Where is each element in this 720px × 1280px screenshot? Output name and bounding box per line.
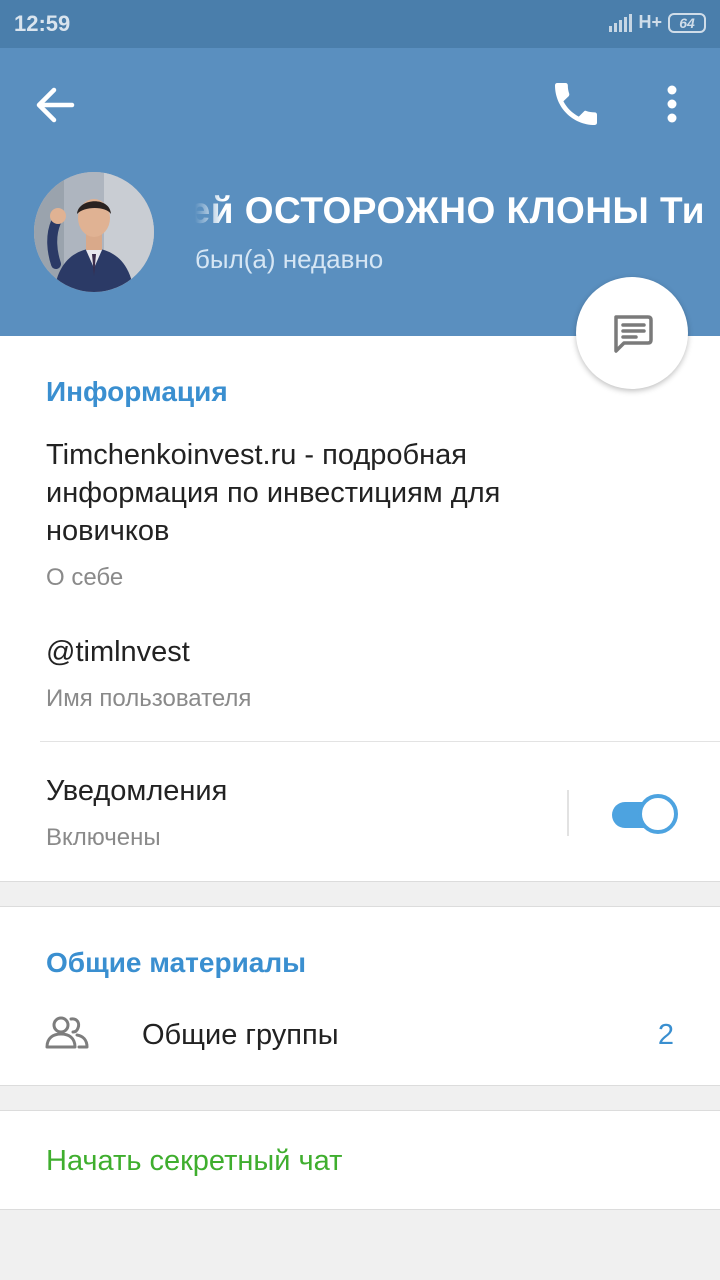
common-groups-label: Общие группы: [142, 1019, 339, 1051]
back-button[interactable]: [26, 80, 86, 130]
notifications-toggle[interactable]: [610, 794, 678, 834]
call-button[interactable]: [548, 76, 604, 132]
status-bar: 12:59 H+ 64: [0, 0, 720, 48]
profile-name: ей ОСТОРОЖНО КЛОНЫ Ти: [195, 190, 705, 231]
shared-media-card: Общие материалы Общие группы 2: [0, 906, 720, 1086]
username-label: Имя пользователя: [46, 685, 252, 712]
send-message-button[interactable]: [576, 277, 688, 389]
phone-icon: [555, 83, 597, 125]
profile-name-container: ей ОСТОРОЖНО КЛОНЫ Ти: [195, 190, 705, 238]
avatar-photo: [34, 172, 154, 292]
avatar[interactable]: [34, 172, 154, 292]
info-card: Информация Timchenkoinvest.ru - подробна…: [0, 336, 720, 882]
common-groups-count: 2: [657, 1019, 674, 1051]
common-groups-row[interactable]: Общие группы 2: [0, 999, 720, 1075]
notifications-title: Уведомления: [46, 775, 228, 807]
bio-line: новичков: [46, 515, 170, 547]
bio-text[interactable]: Timchenkoinvest.ru - подробная информаци…: [46, 436, 500, 550]
start-secret-chat-button[interactable]: Начать секретный чат: [0, 1110, 720, 1210]
signal-icon: [609, 13, 633, 32]
info-section-title: Информация: [46, 376, 228, 407]
vertical-divider: [567, 790, 569, 836]
bio-line: информация по инвестициям для: [46, 477, 501, 509]
username-value[interactable]: @timlnvest: [46, 633, 190, 671]
last-seen-status: был(а) недавно: [195, 244, 384, 274]
battery-level: 64: [679, 14, 695, 31]
notifications-row[interactable]: Уведомления Включены: [0, 742, 720, 882]
status-time: 12:59: [14, 11, 71, 36]
network-type: H+: [638, 12, 662, 32]
more-options-button[interactable]: [650, 78, 694, 134]
arrow-back-icon: [36, 87, 75, 123]
notifications-status: Включены: [46, 824, 161, 851]
bio-label: О себе: [46, 564, 124, 591]
bio-line: Timchenkoinvest.ru - подробная: [46, 439, 467, 471]
more-vertical-icon: [667, 85, 677, 123]
battery-icon: 64: [668, 12, 706, 33]
secret-chat-label: Начать секретный чат: [46, 1145, 343, 1177]
status-indicators: H+ 64: [609, 12, 706, 33]
name-fade: [195, 190, 223, 238]
shared-section-title: Общие материалы: [46, 947, 307, 978]
toggle-knob: [638, 794, 678, 834]
people-icon: [45, 1016, 89, 1049]
message-icon: [614, 315, 653, 353]
